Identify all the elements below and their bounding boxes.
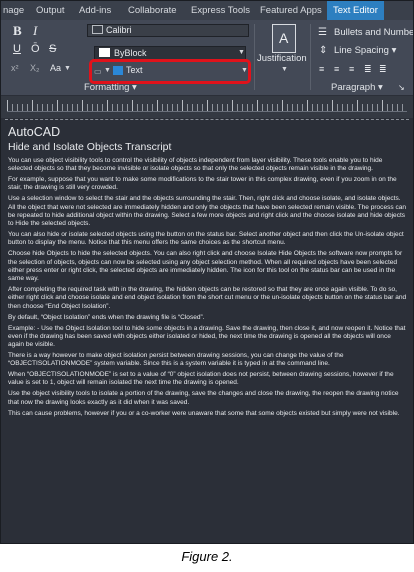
- paragraph: There is a way however to make object is…: [8, 351, 344, 368]
- color-swatch: [99, 48, 110, 57]
- justification-icon[interactable]: A: [272, 24, 296, 53]
- line-spacing-icon[interactable]: ⇕: [319, 45, 327, 57]
- formatting-group-label[interactable]: Formatting ▾: [84, 81, 137, 95]
- paragraph-group-label[interactable]: Paragraph ▾: [331, 81, 383, 95]
- tab-manage[interactable]: nage: [3, 1, 24, 20]
- divider: [310, 24, 311, 90]
- bg-color-label[interactable]: Text: [126, 65, 143, 75]
- ruler-major-ticks: [7, 100, 407, 111]
- justification-chevron-icon[interactable]: ▼: [281, 66, 288, 73]
- bg-chevron-icon[interactable]: ▼: [241, 67, 248, 74]
- tab-text-editor[interactable]: Text Editor: [327, 1, 384, 20]
- chevron-down-icon[interactable]: ▼: [64, 65, 71, 72]
- color-dropdown-chevron-icon[interactable]: ▼: [238, 49, 245, 56]
- paragraph: You can use object visibility tools to c…: [8, 157, 383, 173]
- paragraph: This can cause problems, however if you …: [8, 409, 400, 417]
- paragraph: You can also hide or isolate selected ob…: [8, 231, 404, 247]
- ribbon-panel: B I U Ō S x² X₂ Aa ▼ Calibri ByBlock ▼ ▭…: [1, 20, 413, 95]
- ruler-track: [7, 99, 407, 112]
- paragraph-dialog-launcher-icon[interactable]: ↘: [398, 82, 405, 94]
- paragraph: After completing the required task with …: [8, 286, 407, 310]
- paragraph: Choose hide Objects to hide the selected…: [8, 250, 403, 283]
- italic-button[interactable]: I: [33, 24, 37, 37]
- mask-chevron-icon[interactable]: ▼: [104, 67, 111, 74]
- bg-color-swatch: [113, 66, 123, 75]
- ribbon-tab-bar: nage Output Add-ins Collaborate Express …: [1, 1, 413, 20]
- tab-add-ins[interactable]: Add-ins: [79, 1, 111, 20]
- doc-body: You can use object visibility tools to c…: [8, 157, 407, 420]
- paragraph: Example: - Use the Object Isolation tool…: [8, 324, 406, 349]
- paragraph: When “OBJECTISOLATIONMODE” is set to a v…: [8, 371, 394, 387]
- app-window: nage Output Add-ins Collaborate Express …: [0, 0, 414, 544]
- subscript-button[interactable]: X₂: [30, 62, 40, 74]
- align-right-icon[interactable]: ≡: [349, 63, 354, 75]
- align-justify-icon[interactable]: ≣: [364, 63, 372, 75]
- font-combo[interactable]: Calibri: [87, 24, 249, 37]
- color-select-value: ByBlock: [114, 48, 147, 58]
- justification-label[interactable]: Justification: [257, 53, 307, 64]
- overline-button[interactable]: Ō: [31, 43, 40, 55]
- mask-icon[interactable]: ▭: [94, 66, 102, 78]
- text-boundary-line: [5, 119, 409, 120]
- underline-button[interactable]: U: [13, 43, 21, 55]
- line-spacing-label[interactable]: Line Spacing ▾: [334, 45, 396, 56]
- mtext-editor-area[interactable]: AutoCAD Hide and Isolate Objects Transcr…: [5, 119, 409, 539]
- paragraph: Use the object visibility tools to isola…: [8, 390, 399, 406]
- tab-featured-apps[interactable]: Featured Apps: [260, 1, 322, 20]
- paragraph: By default, “Object Isolation” ends when…: [8, 313, 205, 321]
- tab-collaborate[interactable]: Collaborate: [128, 1, 177, 20]
- text-ruler[interactable]: [1, 96, 413, 118]
- doc-subheading: Hide and Isolate Objects Transcript: [8, 141, 172, 153]
- align-left-icon[interactable]: ≡: [319, 63, 324, 75]
- font-type-icon: [92, 25, 103, 34]
- tab-express-tools[interactable]: Express Tools: [191, 1, 250, 20]
- paragraph: Use a selection window to select the sta…: [8, 195, 407, 228]
- tab-output[interactable]: Output: [36, 1, 65, 20]
- superscript-button[interactable]: x²: [11, 62, 19, 74]
- paragraph: For example, suppose that you want to ma…: [8, 176, 397, 192]
- bullets-icon[interactable]: ☰: [318, 27, 327, 39]
- align-center-icon[interactable]: ≡: [334, 63, 339, 75]
- change-case-button[interactable]: Aa: [50, 62, 61, 74]
- divider: [254, 24, 255, 90]
- align-distribute-icon[interactable]: ≣: [379, 63, 387, 75]
- bold-button[interactable]: B: [13, 24, 22, 37]
- bullets-label[interactable]: Bullets and Numbering: [334, 27, 413, 38]
- justify-a-glyph: A: [279, 30, 289, 46]
- doc-heading: AutoCAD: [8, 125, 61, 139]
- font-name-value: Calibri: [106, 25, 132, 35]
- figure-caption: Figure 2.: [181, 549, 233, 564]
- strikethrough-button[interactable]: S: [49, 43, 56, 55]
